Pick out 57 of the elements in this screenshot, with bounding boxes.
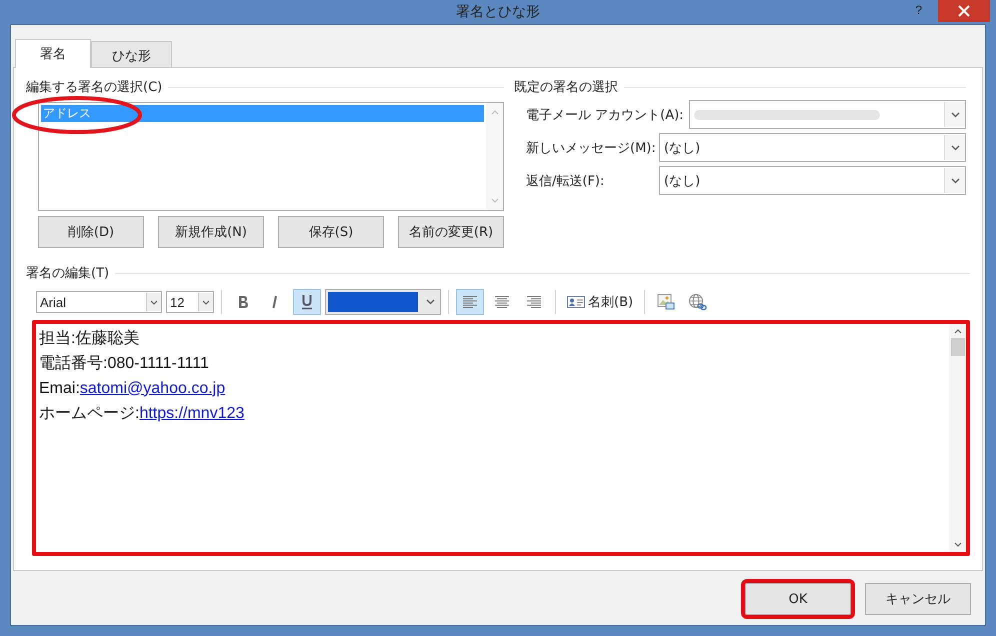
chevron-down-icon [950,178,960,184]
chevron-down-icon [950,112,960,118]
signature-line-text: 佐藤聡美 [75,328,140,349]
underline-icon [301,294,313,310]
signature-line-label: ホームページ: [39,404,140,424]
font-dropdown[interactable]: Arial [36,291,162,313]
chevron-down-icon [426,299,434,305]
size-dropdown[interactable]: 12 [166,291,214,313]
align-left-button[interactable] [456,289,484,315]
field-label: 電子メール アカウント(A): [526,106,685,124]
color-dropdown[interactable] [325,289,441,315]
scroll-down-icon [954,542,962,548]
help-button[interactable]: ? [911,3,926,17]
action-button[interactable]: 保存(S) [278,216,384,248]
picture-icon [657,293,676,311]
bold-icon [237,295,249,309]
close-icon [958,5,970,17]
italic-icon [270,295,280,309]
group-label: 編集する署名の選択(C) [26,79,162,96]
chevron-down-icon [202,300,210,304]
signature-link[interactable]: https://mnv123 [139,404,244,422]
field-label: 返信/転送(F): [526,172,606,190]
dropdown[interactable]: (なし) [659,166,966,195]
window-title: 署名とひな形 [456,3,540,21]
dialog-button[interactable]: キャンセル [865,583,971,615]
group-label: 既定の署名の選択 [514,79,618,96]
signature-editor[interactable]: 担当:佐藤聡美 電話番号:080-1111-1111 Emai:satomi@yahoo.co.jp ホームページ:https://mnv123 [32,320,970,556]
scroll-up-icon [490,109,498,115]
tab[interactable]: ひな形 [91,41,172,67]
scrollbar[interactable] [486,103,503,210]
underline-button[interactable] [293,289,321,315]
scroll-up-icon [954,328,962,334]
contact-card-icon [567,295,585,309]
action-button[interactable]: 新規作成(N) [158,216,264,248]
signature-line-text: 080-1111-1111 [107,354,209,372]
signature-line-label: 電話番号: [39,354,108,374]
scrollbar[interactable] [949,324,966,552]
align-center-icon [493,295,511,309]
signature-link[interactable]: satomi@yahoo.co.jp [80,380,226,398]
tab[interactable]: 署名 [15,39,91,68]
align-left-icon [461,295,479,309]
field-label: 新しいメッセージ(M): [526,140,657,156]
globe-link-icon [688,293,708,311]
align-right-icon [525,295,543,309]
chevron-down-icon [150,300,158,304]
chevron-down-icon [950,144,960,150]
dropdown[interactable]: (なし) [659,133,966,162]
action-button[interactable]: 名前の変更(R) [398,216,504,248]
action-button[interactable]: 削除(D) [38,216,144,248]
dropdown[interactable] [689,100,966,129]
scroll-down-icon [490,198,498,204]
signature-line-label: 担当: [39,329,76,349]
signature-line-label: Emai: [39,380,80,398]
business-card-button[interactable]: 名刺(B) [563,289,638,315]
scroll-thumb[interactable] [950,338,964,356]
group-label: 署名の編集(T) [26,265,110,282]
close-button[interactable] [938,0,990,22]
